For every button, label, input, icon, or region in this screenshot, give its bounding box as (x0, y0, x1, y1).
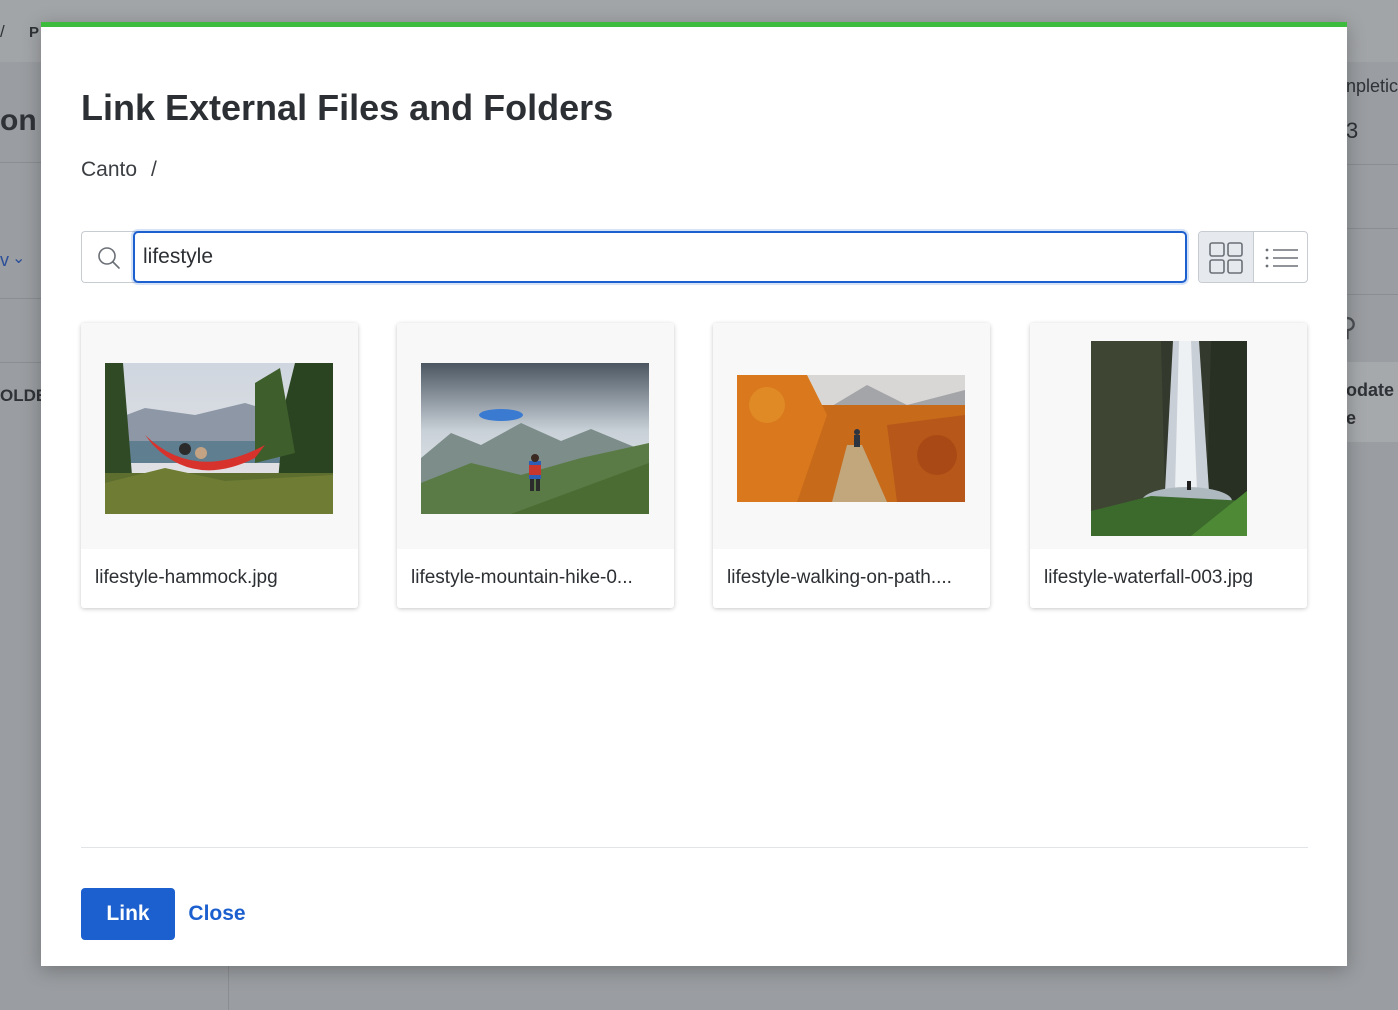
file-thumbnail-area (397, 323, 674, 549)
file-card[interactable]: lifestyle-mountain-hike-0... (397, 323, 674, 608)
search-input[interactable] (133, 231, 1187, 283)
file-thumbnail-area (713, 323, 990, 549)
close-button[interactable]: Close (181, 888, 253, 940)
footer-divider (81, 847, 1308, 848)
search-bar (81, 231, 1187, 283)
list-view-button[interactable] (1254, 232, 1308, 282)
file-name: lifestyle-waterfall-003.jpg (1044, 567, 1254, 588)
background-divider (0, 162, 41, 163)
background-divider (1346, 294, 1398, 295)
background-divider (0, 362, 41, 363)
search-icon (98, 247, 120, 269)
view-toggle (1198, 231, 1308, 283)
hammock-lake-photo (105, 363, 333, 514)
link-files-modal: Link External Files and Folders Canto / (41, 22, 1347, 966)
background-divider (0, 298, 41, 299)
file-name: lifestyle-mountain-hike-0... (411, 567, 633, 588)
breadcrumb-separator: / (151, 158, 157, 181)
background-divider (1346, 164, 1398, 165)
modal-title: Link External Files and Folders (81, 87, 614, 128)
search-button[interactable] (81, 231, 137, 283)
file-card[interactable]: lifestyle-waterfall-003.jpg (1030, 323, 1307, 608)
background-right-value: 3 (1346, 118, 1359, 143)
background-chevron-down-icon: ⌄ (12, 250, 26, 267)
autumn-path-photo (737, 375, 965, 502)
link-button[interactable]: Link (81, 888, 175, 940)
file-thumbnail-area (1030, 323, 1307, 549)
background-breadcrumb-slash: / (0, 22, 5, 41)
file-card[interactable]: lifestyle-hammock.jpg (81, 323, 358, 608)
background-dropdown-fragment: v (0, 250, 9, 270)
background-breadcrumb-fragment: P (29, 24, 40, 41)
mountain-hiker-photo (421, 363, 649, 514)
background-right-label: e (1346, 408, 1357, 428)
file-card[interactable]: lifestyle-walking-on-path.... (713, 323, 990, 608)
grid-view-icon (1209, 242, 1243, 274)
waterfall-photo (1091, 341, 1247, 536)
breadcrumb-root[interactable]: Canto (81, 158, 137, 181)
background-title-fragment: on (0, 104, 37, 137)
file-name: lifestyle-walking-on-path.... (727, 567, 952, 588)
background-right-label: npletic (1346, 76, 1398, 96)
list-view-icon (1265, 248, 1298, 268)
file-thumbnail-area (81, 323, 358, 549)
breadcrumb: Canto / (81, 158, 157, 182)
background-right-panel (1346, 362, 1398, 442)
background-right-label: odate (1346, 380, 1395, 400)
file-name: lifestyle-hammock.jpg (95, 567, 278, 588)
grid-view-button[interactable] (1199, 232, 1254, 282)
background-divider (1346, 228, 1398, 229)
